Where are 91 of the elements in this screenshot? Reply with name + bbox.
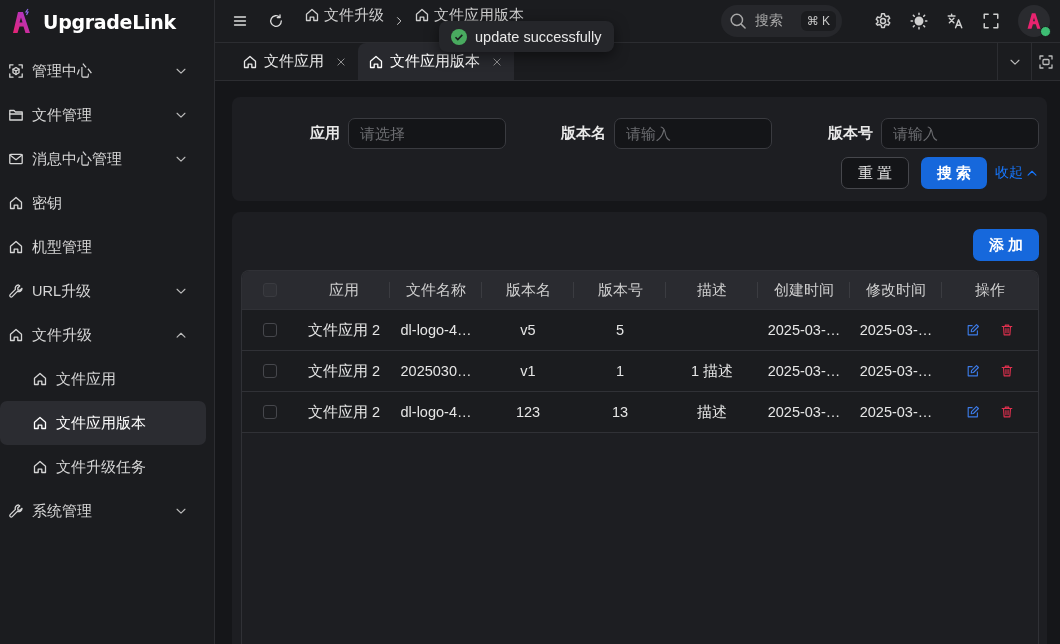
table-cell-text: 1 描述 — [689, 361, 735, 381]
home-icon — [368, 53, 384, 70]
menu-item[interactable]: 消息中心管理 — [0, 137, 206, 181]
table-cell-text: 123 — [514, 403, 542, 422]
checkbox[interactable] — [263, 323, 277, 337]
refresh-icon — [268, 13, 284, 29]
search-icon — [728, 12, 747, 30]
checkbox[interactable] — [263, 364, 277, 378]
table-cell-text: 13 — [610, 403, 630, 422]
column-header: 文件名称 — [390, 271, 482, 309]
menu-icon — [232, 13, 248, 29]
table-cell-text: 2025030… — [399, 362, 473, 381]
table-cell-text: v5 — [519, 321, 537, 340]
field-label: 版本号 — [826, 124, 873, 143]
table-cell-text: v1 — [519, 362, 537, 381]
menu-item[interactable]: 文件应用版本 — [0, 401, 206, 445]
collapse-link[interactable]: 收起 — [995, 164, 1039, 182]
table-cell-text: 描述 — [696, 402, 728, 422]
mail-icon — [8, 151, 24, 167]
delete-icon — [1000, 405, 1014, 419]
column-header: 版本号 — [574, 271, 666, 309]
column-header: 操作 — [974, 280, 1006, 300]
home-icon — [8, 195, 24, 211]
input-field[interactable]: 请输入 — [614, 118, 773, 149]
home-icon — [304, 7, 320, 23]
table-cell-text: 文件应用 2 — [306, 402, 382, 422]
sun-icon — [910, 12, 928, 30]
table-cell-text: 2025-03-… — [766, 321, 842, 340]
menu-item[interactable]: 文件升级 — [0, 313, 206, 357]
reset-button[interactable]: 重 置 — [840, 157, 909, 189]
table-cell-text: dl-logo-4… — [399, 321, 473, 340]
delete-icon — [1000, 323, 1014, 337]
home-icon — [414, 7, 430, 23]
wrench-icon — [8, 503, 24, 519]
folder-icon — [8, 107, 24, 123]
settings-icon — [874, 12, 892, 30]
menu-item[interactable]: 密钥 — [0, 181, 206, 225]
table-cell-text: 文件应用 2 — [306, 320, 382, 340]
user-avatar[interactable] — [1018, 5, 1050, 37]
edit-icon — [966, 364, 980, 378]
brand-name: UpgradeLink — [43, 10, 176, 33]
search-button[interactable]: 搜 索 — [920, 157, 987, 189]
success-icon — [451, 28, 467, 45]
table-cell-text: 2025-03-… — [858, 403, 934, 422]
delete-icon — [1000, 364, 1014, 378]
table-cell-text: 5 — [614, 321, 626, 340]
close-icon — [492, 56, 502, 67]
wrench-icon — [8, 283, 24, 299]
toast-message: update successfully — [475, 28, 602, 45]
fullscreen-icon — [982, 12, 1000, 30]
page-tab[interactable]: 文件应用 — [232, 43, 358, 80]
field-label: 应用 — [309, 124, 340, 143]
input-field[interactable]: 请选择 — [348, 118, 506, 149]
column-header: 版本名 — [482, 271, 574, 309]
scan-cube-icon — [8, 63, 24, 79]
close-icon — [336, 56, 346, 67]
home-icon — [32, 459, 48, 475]
home-icon — [242, 53, 258, 70]
input-field[interactable]: 请输入 — [880, 118, 1039, 149]
column-header: 应用 — [298, 271, 390, 309]
edit-icon — [966, 323, 980, 337]
table-cell-text: dl-logo-4… — [399, 403, 473, 422]
menu-item[interactable]: 管理中心 — [0, 49, 206, 93]
shortcut-hint: ⌘ K — [800, 11, 836, 31]
checkbox[interactable] — [263, 405, 277, 419]
menu-item[interactable]: 系统管理 — [0, 489, 206, 533]
add-button[interactable]: 添 加 — [972, 229, 1039, 261]
menu-item[interactable]: 文件管理 — [0, 93, 206, 137]
table-cell-text: 文件应用 2 — [306, 361, 382, 381]
home-icon — [8, 327, 24, 343]
table-cell-text: 1 — [614, 362, 626, 381]
edit-icon — [966, 405, 980, 419]
breadcrumb-link[interactable]: 文件升级 — [304, 5, 384, 25]
menu-item[interactable]: 机型管理 — [0, 225, 206, 269]
column-header: 描述 — [666, 271, 758, 309]
translate-icon — [946, 12, 964, 30]
column-header: 修改时间 — [850, 271, 942, 309]
table-cell-text: 2025-03-… — [766, 403, 842, 422]
menu-item[interactable]: URL升级 — [0, 269, 206, 313]
field-label: 版本名 — [560, 124, 607, 143]
search-button[interactable]: 搜索 ⌘ K — [720, 5, 842, 37]
table-cell-text: 2025-03-… — [858, 362, 934, 381]
home-icon — [32, 371, 48, 387]
menu-item[interactable]: 文件应用 — [0, 357, 206, 401]
home-icon — [8, 239, 24, 255]
table-cell-text: 2025-03-… — [766, 362, 842, 381]
menu-item[interactable]: 文件升级任务 — [0, 445, 206, 489]
column-header: 创建时间 — [758, 271, 850, 309]
maximize-icon — [1038, 53, 1054, 70]
table-cell-text: 2025-03-… — [858, 321, 934, 340]
home-icon — [32, 415, 48, 431]
